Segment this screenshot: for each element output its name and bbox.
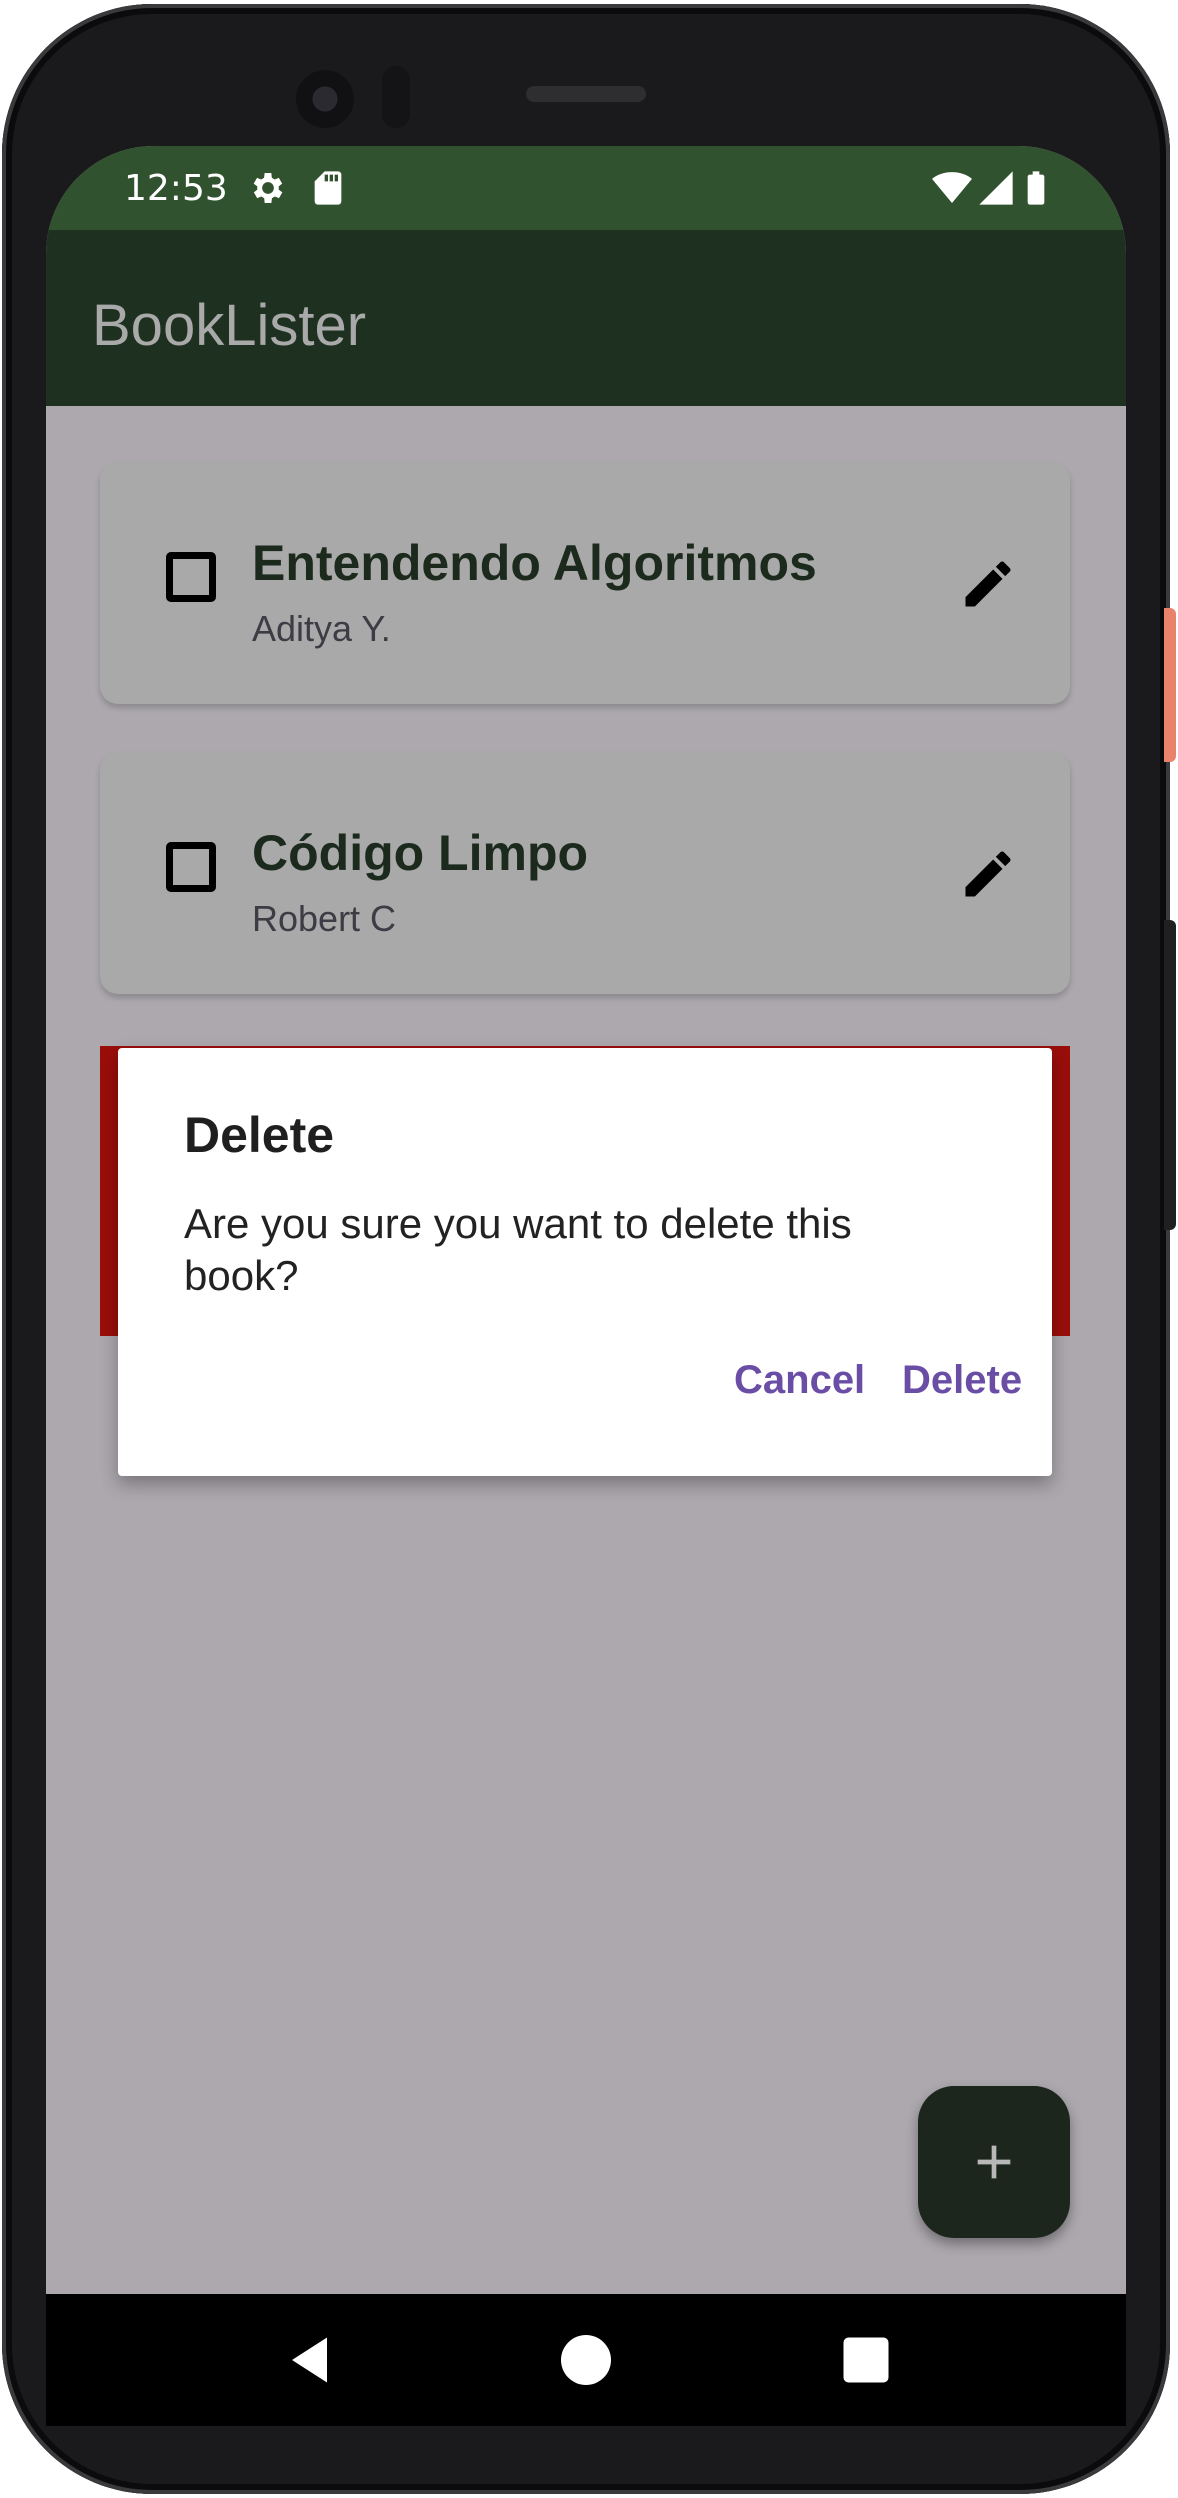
- status-bar: 12:53: [46, 146, 1126, 230]
- screen: 12:53 BookLister Entendendo Algoritmos A…: [46, 146, 1126, 2426]
- app-title: BookLister: [92, 293, 367, 358]
- front-camera: [296, 70, 354, 128]
- gear-icon: [253, 173, 283, 203]
- book-checkbox[interactable]: [166, 552, 216, 602]
- book-card[interactable]: Código Limpo Robert C: [100, 752, 1070, 994]
- status-time: 12:53: [124, 168, 228, 209]
- book-title: Código Limpo: [252, 825, 589, 881]
- proximity-sensor: [382, 66, 410, 128]
- recents-icon[interactable]: [836, 2330, 896, 2390]
- book-card[interactable]: Entendendo Algoritmos Aditya Y.: [100, 462, 1070, 704]
- edit-icon[interactable]: [958, 554, 1018, 614]
- earpiece-speaker: [526, 86, 646, 102]
- navigation-bar: [46, 2294, 1126, 2426]
- signal-icon: [979, 171, 1013, 205]
- dialog-title: Delete: [184, 1107, 335, 1163]
- delete-dialog: Delete Are you sure you want to delete t…: [118, 1048, 1052, 1476]
- app-bar: BookLister: [46, 230, 1126, 406]
- add-book-button[interactable]: [918, 2086, 1070, 2238]
- book-checkbox[interactable]: [166, 842, 216, 892]
- power-button: [1164, 608, 1176, 762]
- back-icon[interactable]: [282, 2330, 342, 2390]
- book-author: Aditya Y.: [252, 608, 391, 649]
- plus-icon: [977, 2145, 1011, 2179]
- cancel-button[interactable]: Cancel: [734, 1358, 865, 1403]
- book-title: Entendendo Algoritmos: [252, 535, 817, 591]
- book-author: Robert C: [252, 898, 397, 939]
- home-icon[interactable]: [556, 2330, 616, 2390]
- sd-card-icon: [314, 171, 342, 205]
- dialog-message: Are you sure you want to delete this boo…: [184, 1200, 852, 1299]
- edit-icon[interactable]: [958, 844, 1018, 904]
- battery-icon: [1027, 171, 1045, 205]
- wifi-icon: [932, 172, 972, 203]
- volume-button: [1164, 920, 1176, 1230]
- delete-button[interactable]: Delete: [902, 1358, 1022, 1403]
